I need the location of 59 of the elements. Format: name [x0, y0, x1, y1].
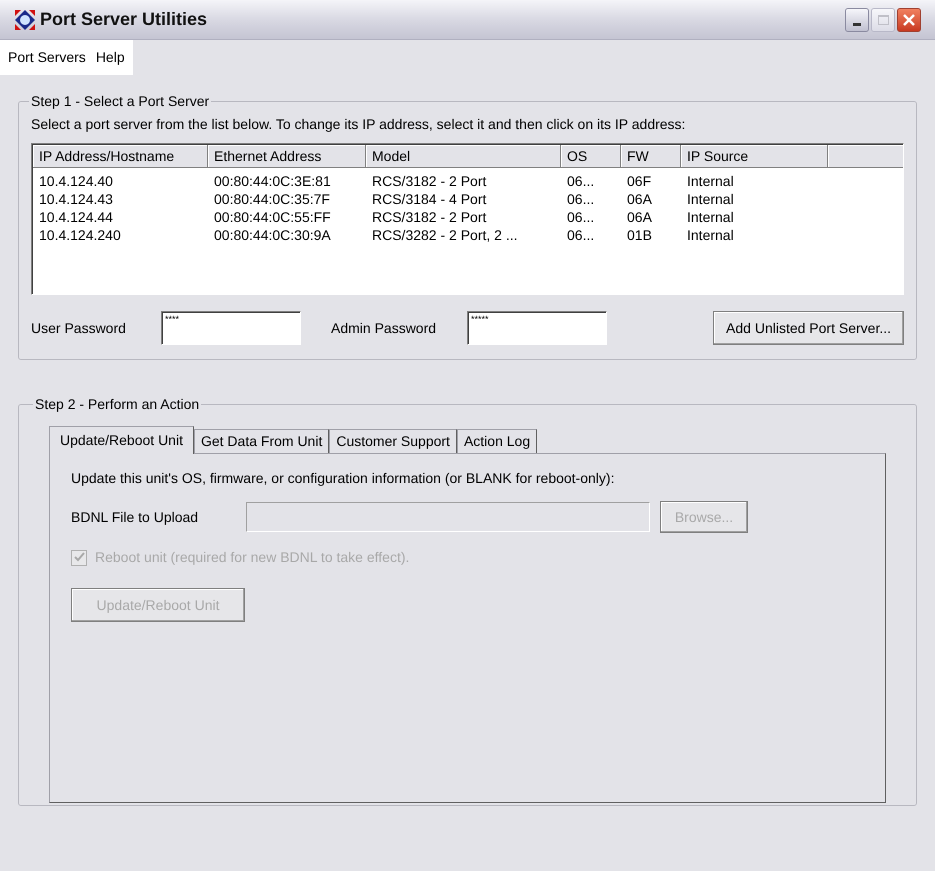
tab[interactable]: Action Log [456, 429, 538, 453]
table-cell-text: 06... [566, 208, 596, 226]
table-cell-text: Internal [686, 190, 735, 208]
tab[interactable]: Customer Support [329, 429, 457, 453]
table-cell-text: Internal [686, 172, 735, 190]
field-label: BDNL File to Upload [71, 508, 200, 527]
menu-item[interactable]: Port Servers [4, 47, 90, 68]
table-cell-text: 10.4.124.43 [38, 190, 114, 208]
group-title: Step 1 - Select a Port Server [31, 93, 210, 109]
column-header[interactable]: OS [561, 145, 621, 168]
table-cell-text: 10.4.124.44 [38, 208, 114, 226]
field-label: Admin Password [331, 318, 438, 338]
table-cell-text: 06... [566, 226, 596, 244]
field-label: User Password [31, 318, 127, 338]
table-cell-text: Internal [686, 226, 735, 244]
close-button[interactable] [897, 8, 921, 32]
group-title: Step 2 - Perform an Action [35, 396, 200, 412]
table-cell-text: 10.4.124.240 [38, 226, 122, 244]
table-cell-text: 06F [626, 172, 652, 190]
user-password-field[interactable]: **** [161, 311, 301, 345]
table-cell-text: Internal [686, 208, 735, 226]
column-header[interactable]: FW [621, 145, 681, 168]
table-cell-text: 10.4.124.40 [38, 172, 114, 190]
admin-password-field[interactable]: ***** [467, 311, 607, 345]
table-cell-text: 06... [566, 172, 596, 190]
column-header[interactable]: Model [366, 145, 561, 168]
table-cell-text: RCS/3182 - 2 Port [371, 172, 488, 190]
server-row[interactable]: 10.4.124.40 00:80:44:0C:3E:81 RCS/3182 - 2 Port 06... 06F Internal [33, 172, 903, 190]
table-cell-text: RCS/3184 - 4 Port [371, 190, 488, 208]
diamond-logo-icon [14, 8, 36, 30]
table-cell-text: 00:80:44:0C:55:FF [213, 208, 332, 226]
tab[interactable]: Update/Reboot Unit [49, 426, 194, 454]
table-cell-text: 00:80:44:0C:35:7F [213, 190, 331, 208]
column-header[interactable]: Ethernet Address [208, 145, 366, 168]
minimize-icon [853, 22, 861, 26]
window-title: Port Server Utilities [40, 8, 208, 31]
table-cell-text: RCS/3182 - 2 Port [371, 208, 488, 226]
description-text: Update this unit's OS, firmware, or configuration information (or BLANK for reboot-only): [71, 469, 616, 488]
column-header[interactable] [828, 145, 903, 168]
table-cell-text: 00:80:44:0C:3E:81 [213, 172, 332, 190]
maximize-icon [878, 14, 888, 24]
server-row[interactable]: 10.4.124.44 00:80:44:0C:55:FF RCS/3182 - 2 Port 06... 06A Internal [33, 208, 903, 226]
table-cell-text: 06A [626, 190, 653, 208]
column-header[interactable]: IP Address/Hostname [33, 145, 208, 168]
checkbox-label: Reboot unit (required for new BDNL to take effect). [95, 548, 410, 567]
server-row[interactable]: 10.4.124.240 00:80:44:0C:30:9A RCS/3282 - 2 Port, 2 ... 06... 01B Internal [33, 226, 903, 244]
minimize-button[interactable] [845, 8, 869, 32]
menu-item[interactable]: Help [92, 47, 129, 68]
table-cell-text: 06... [566, 190, 596, 208]
table-cell-text: 06A [626, 208, 653, 226]
table-cell-text: RCS/3282 - 2 Port, 2 ... [371, 226, 519, 244]
table-cell-text: 01B [626, 226, 653, 244]
instruction-text: Select a port server from the list below. To change its IP address, select it and then click on its IP address: [31, 115, 686, 134]
table-cell-text: 00:80:44:0C:30:9A [213, 226, 332, 244]
server-row[interactable]: 10.4.124.43 00:80:44:0C:35:7F RCS/3184 - 4 Port 06... 06A Internal [33, 190, 903, 208]
tab[interactable]: Get Data From Unit [194, 429, 330, 453]
close-icon [902, 12, 916, 26]
add-server-button[interactable]: Add Unlisted Port Server... [713, 311, 904, 345]
column-header[interactable]: IP Source [681, 145, 828, 168]
